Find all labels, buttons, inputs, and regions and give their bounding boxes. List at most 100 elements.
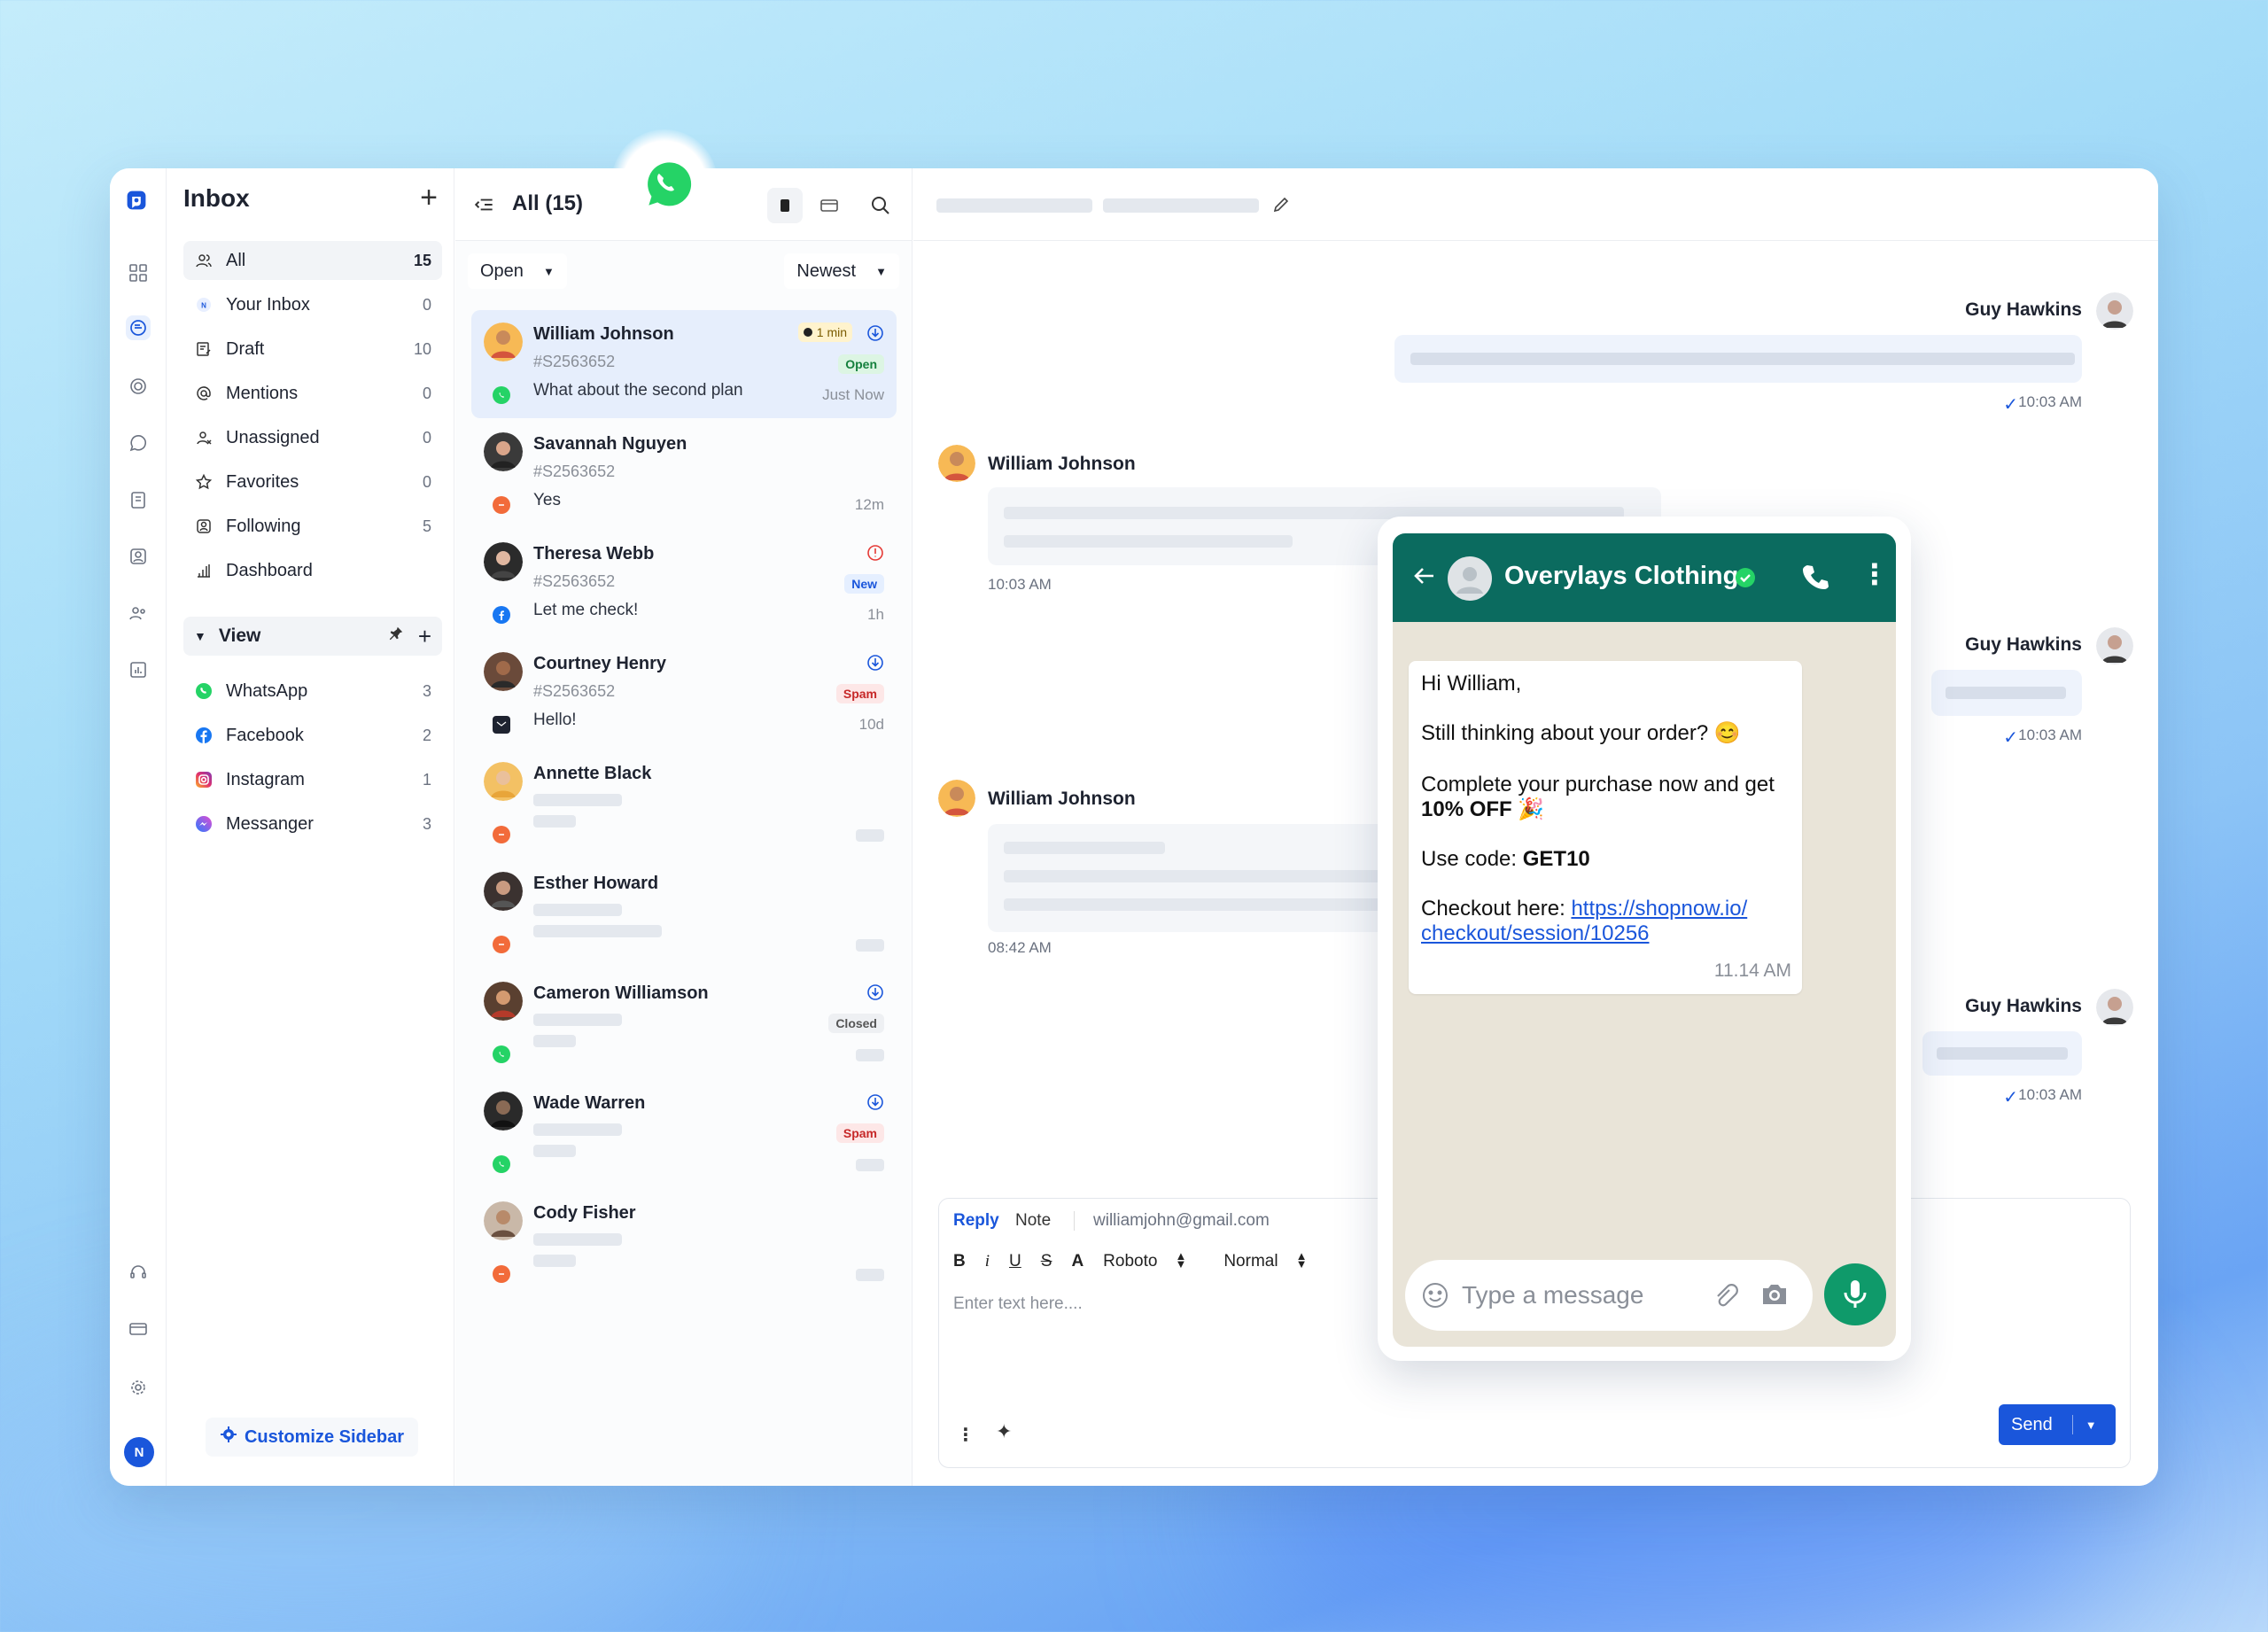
contact-icon[interactable] <box>126 544 151 569</box>
placeholder-line <box>533 815 576 828</box>
conversation-item[interactable]: Annette Black <box>471 750 897 858</box>
caret-down-icon[interactable]: ▼ <box>2085 1418 2097 1432</box>
conversation-item[interactable]: William Johnson #S2563652 What about the… <box>471 310 897 418</box>
status-filter-dropdown[interactable]: Open ▼ <box>468 253 567 289</box>
message-time: 11.14 AM <box>1713 960 1791 981</box>
sidebar-item-instagram[interactable]: Instagram 1 <box>183 760 442 799</box>
assign-icon[interactable] <box>866 983 884 1006</box>
sidebar-item-mentions[interactable]: Mentions 0 <box>183 374 442 413</box>
tab-note[interactable]: Note <box>1015 1211 1051 1231</box>
whatsapp-icon <box>493 386 510 404</box>
search-icon[interactable] <box>863 188 898 223</box>
updown-icon: ▲ ▼ <box>1295 1249 1308 1271</box>
sort-dropdown[interactable]: Newest ▼ <box>784 253 899 289</box>
conversation-item[interactable]: Wade Warren Spam <box>471 1079 897 1187</box>
conversation-item[interactable]: Cameron Williamson Closed <box>471 969 897 1077</box>
attachment-icon[interactable] <box>1710 1279 1740 1314</box>
more-options-icon[interactable]: ⋮ <box>957 1424 975 1446</box>
text-color-button[interactable]: A <box>1071 1252 1084 1271</box>
emoji-icon[interactable] <box>1421 1281 1449 1314</box>
chat-widget-icon <box>493 496 510 514</box>
team-icon[interactable] <box>126 601 151 626</box>
tab-reply[interactable]: Reply <box>953 1211 999 1231</box>
sidebar-item-your-inbox[interactable]: N Your Inbox 0 <box>183 285 442 324</box>
font-select[interactable]: Roboto ▲ ▼ <box>1103 1250 1186 1271</box>
report-icon[interactable] <box>126 657 151 682</box>
checkout-link[interactable]: https://shopnow.io/ <box>1571 897 1747 921</box>
size-value: Normal <box>1223 1252 1278 1271</box>
sidebar-item-following[interactable]: Following 5 <box>183 507 442 546</box>
strikethrough-button[interactable]: S <box>1041 1252 1052 1271</box>
whatsapp-message-input[interactable]: Type a message <box>1405 1260 1813 1331</box>
add-inbox-button[interactable]: + <box>420 181 438 215</box>
message-time: 1h <box>867 606 884 623</box>
ai-sparkle-icon[interactable]: ✦ <box>996 1420 1012 1443</box>
conversation-item[interactable]: Courtney Henry #S2563652 Hello! 10d Spam <box>471 640 897 748</box>
sidebar-item-draft[interactable]: Draft 10 <box>183 330 442 369</box>
sidebar-item-count: 0 <box>422 295 431 314</box>
user-avatar[interactable]: N <box>124 1437 154 1467</box>
nav-rail: N <box>110 168 167 1486</box>
assign-icon[interactable] <box>866 1093 884 1115</box>
divider <box>1074 1211 1075 1231</box>
phone-call-icon[interactable] <box>1800 562 1830 596</box>
sidebar-item-favorites[interactable]: Favorites 0 <box>183 462 442 501</box>
send-button[interactable]: Send ▼ <box>1999 1404 2116 1445</box>
ticket-id: #S2563652 <box>533 572 616 590</box>
clipboard-icon[interactable] <box>126 487 151 512</box>
whatsapp-rail-icon[interactable] <box>126 431 151 455</box>
customize-sidebar-button[interactable]: Customize Sidebar <box>206 1418 418 1457</box>
size-select[interactable]: Normal ▲ ▼ <box>1223 1249 1308 1271</box>
grid-icon[interactable] <box>126 260 151 285</box>
assign-icon[interactable] <box>866 324 884 346</box>
at-icon <box>194 384 214 403</box>
conversation-item[interactable]: Theresa Webb #S2563652 Let me check! 1h … <box>471 530 897 638</box>
avatar <box>484 982 523 1021</box>
conversation-item[interactable]: Esther Howard <box>471 859 897 968</box>
billing-icon[interactable] <box>126 1317 151 1341</box>
sidebar-item-unassigned[interactable]: Unassigned 0 <box>183 418 442 457</box>
add-view-button[interactable]: + <box>418 623 431 650</box>
headset-icon[interactable] <box>126 1260 151 1285</box>
underline-button[interactable]: U <box>1009 1252 1021 1271</box>
target-icon[interactable] <box>126 374 151 399</box>
recipient-email[interactable]: williamjohn@gmail.com <box>1093 1211 1270 1231</box>
sidebar-item-all[interactable]: All 15 <box>183 241 442 280</box>
read-check-icon: ✓ <box>2003 728 2018 748</box>
edit-icon[interactable] <box>1271 195 1291 219</box>
camera-icon[interactable] <box>1759 1281 1790 1312</box>
bold-button[interactable]: B <box>953 1252 966 1271</box>
sidebar-item-messenger[interactable]: Messanger 3 <box>183 804 442 843</box>
business-name: Overylays Clothing <box>1504 562 1739 590</box>
compact-view-icon[interactable] <box>767 188 803 223</box>
checkout-link[interactable]: checkout/session/10256 <box>1421 921 1650 945</box>
sidebar-item-whatsapp[interactable]: WhatsApp 3 <box>183 672 442 711</box>
conversations-icon[interactable] <box>126 315 151 340</box>
settings-icon[interactable] <box>126 1375 151 1400</box>
message-greeting: Hi William, <box>1421 672 1522 696</box>
back-arrow-icon[interactable] <box>1410 562 1439 595</box>
sidebar-item-facebook[interactable]: Facebook 2 <box>183 716 442 755</box>
italic-button[interactable]: i <box>985 1252 990 1271</box>
ticket-id: #S2563652 <box>533 353 616 370</box>
sidebar-item-count: 3 <box>422 681 431 700</box>
pin-icon[interactable] <box>388 626 404 647</box>
placeholder-line <box>856 1049 884 1061</box>
ticket-id: #S2563652 <box>533 462 616 480</box>
expanded-view-icon[interactable] <box>812 188 847 223</box>
facebook-icon <box>194 726 214 745</box>
collapse-icon[interactable] <box>473 193 496 221</box>
placeholder-line <box>1946 687 2066 699</box>
more-options-icon[interactable]: ⋮ <box>1860 558 1889 590</box>
conversation-item[interactable]: Cody Fisher <box>471 1189 897 1297</box>
verified-icon <box>1735 567 1756 593</box>
sidebar-item-dashboard[interactable]: Dashboard <box>183 551 442 590</box>
assign-icon[interactable] <box>866 654 884 676</box>
whatsapp-icon <box>493 1155 510 1173</box>
user-badge-icon: N <box>194 295 214 315</box>
view-section-header[interactable]: ▼ View + <box>183 617 442 656</box>
avatar <box>484 432 523 471</box>
conversation-item[interactable]: Savannah Nguyen #S2563652 Yes 12m <box>471 420 897 528</box>
message-time: 10d <box>858 716 884 733</box>
microphone-button[interactable] <box>1824 1263 1886 1325</box>
